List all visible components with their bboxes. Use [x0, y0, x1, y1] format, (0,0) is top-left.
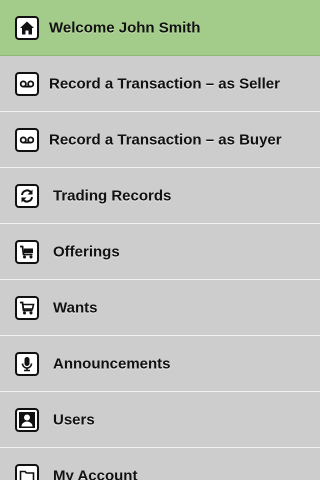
- menu-item-my-account[interactable]: My Account: [0, 448, 320, 480]
- user-icon: [15, 407, 39, 432]
- menu-item-record-buyer[interactable]: Record a Transaction – as Buyer: [0, 112, 320, 168]
- folder-icon: [15, 463, 39, 480]
- menu-item-users[interactable]: Users: [0, 392, 320, 448]
- microphone-icon: [15, 351, 39, 376]
- refresh-icon: [15, 183, 39, 208]
- menu-item-label: Wants: [53, 299, 98, 316]
- menu-item-wants[interactable]: Wants: [0, 280, 320, 336]
- menu-item-announcements[interactable]: Announcements: [0, 336, 320, 392]
- voicemail-icon: [15, 71, 39, 96]
- voicemail-icon: [15, 127, 39, 152]
- menu-item-record-seller[interactable]: Record a Transaction – as Seller: [0, 56, 320, 112]
- menu-item-label: Users: [53, 411, 95, 428]
- menu-item-trading-records[interactable]: Trading Records: [0, 168, 320, 224]
- menu-item-label: Record a Transaction – as Seller: [49, 75, 280, 92]
- shopping-cart-icon: [15, 295, 39, 320]
- menu-item-label: Record a Transaction – as Buyer: [49, 131, 282, 148]
- menu-item-label: Welcome John Smith: [49, 19, 201, 36]
- menu-item-label: My Account: [53, 467, 138, 480]
- menu-item-label: Trading Records: [53, 187, 172, 204]
- cart-icon: [15, 239, 39, 264]
- menu-item-offerings[interactable]: Offerings: [0, 224, 320, 280]
- home-icon: [15, 15, 39, 40]
- menu-item-welcome[interactable]: Welcome John Smith: [0, 0, 320, 56]
- navigation-menu: Welcome John Smith Record a Transaction …: [0, 0, 320, 480]
- menu-item-label: Announcements: [53, 355, 171, 372]
- menu-item-label: Offerings: [53, 243, 120, 260]
